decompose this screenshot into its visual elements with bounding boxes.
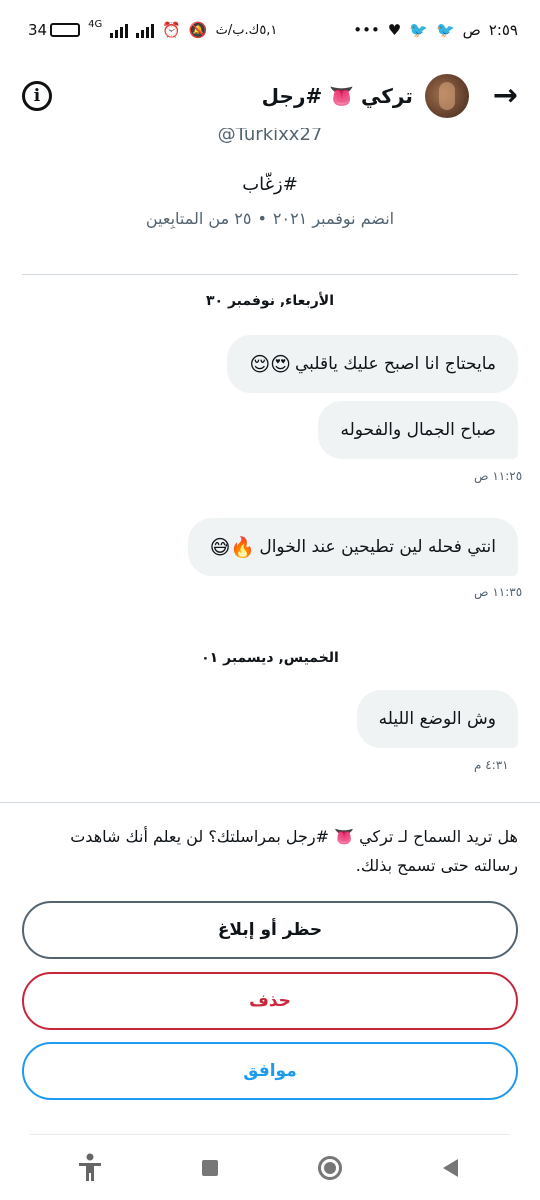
network-type: 4G <box>88 18 103 30</box>
message-request-prompt: هل تريد السماح لـ تركي 👅 #رجل بمراسلتك؟ … <box>70 827 518 875</box>
battery-indicator: 34 <box>28 21 81 39</box>
message-timestamp: ١١:٣٥ ص <box>474 585 523 599</box>
battery-icon <box>50 23 81 37</box>
profile-summary: @Turkixx27 #زغّاب انضم نوفمبر ٢٠٢١ • ٢٥ … <box>0 128 540 228</box>
day-separator: الأربعاء, نوفمبر ٣٠ <box>205 293 335 309</box>
header-user[interactable]: تركي 👅 #رجل <box>52 74 493 118</box>
recents-icon[interactable] <box>180 1148 240 1188</box>
message-text: وش الوضع الليله <box>378 709 496 729</box>
meta-bullet: • <box>257 209 267 228</box>
message-timestamp: ٤:٣١ م <box>474 758 509 772</box>
clock-ampm: ص <box>462 21 481 39</box>
status-bar-right: ••• ♥ 🐦 🐦 ص ٢:٥٩ <box>353 21 518 39</box>
alarm-icon: ⏰ <box>162 21 181 39</box>
message-bubble[interactable]: صباح الجمال والفحوله <box>318 401 518 459</box>
message-timestamp: ١١:٢٥ ص <box>474 469 523 483</box>
message-bubble[interactable]: وش الوضع الليله <box>356 690 518 748</box>
mute-icon: 🔕 <box>188 21 208 39</box>
day-separator: الخميس, ديسمبر ٠١ <box>201 650 339 666</box>
message-text: صباح الجمال والفحوله <box>340 420 496 440</box>
accessibility-icon[interactable] <box>60 1148 120 1188</box>
signal-icon-2 <box>136 22 155 38</box>
notification-bird-icon: 🐦 <box>409 21 428 39</box>
message-emoji: 🔥😅 <box>209 535 256 559</box>
divider <box>30 1134 510 1135</box>
info-icon[interactable]: i <box>22 81 52 111</box>
divider <box>0 802 540 803</box>
profile-handle: @Turkixx27 <box>217 128 323 145</box>
back-icon[interactable] <box>420 1148 480 1188</box>
more-dots: ••• <box>353 21 380 39</box>
heart-icon: ♥ <box>387 21 402 39</box>
message-bubble[interactable]: انتي فحله لين تطيحين عند الخوال 🔥😅 <box>187 518 518 576</box>
signal-icon <box>110 22 129 38</box>
message-text: مايحتاج انا اصبح عليك ياقلبي <box>295 354 496 374</box>
back-arrow-icon[interactable]: → <box>493 81 518 111</box>
message-emoji: 😍😌 <box>249 352 292 376</box>
joined-date: انضم نوفمبر ٢٠٢١ <box>272 209 395 228</box>
battery-level: 34 <box>28 21 48 39</box>
accept-button[interactable]: موافق <box>22 1042 518 1100</box>
clock-time: ٢:٥٩ <box>488 21 518 39</box>
avatar[interactable] <box>424 74 469 118</box>
status-bar-left: 34 4G ⏰ 🔕 ٥,١ك.ب/ث <box>28 18 278 40</box>
system-nav-bar <box>0 1136 540 1200</box>
status-bar: 34 4G ⏰ 🔕 ٥,١ك.ب/ث ••• ♥ 🐦 🐦 ص ٢:٥٩ <box>0 0 540 60</box>
data-speed: ٥,١ك.ب/ث <box>215 22 278 38</box>
delete-button[interactable]: حذف <box>22 972 518 1030</box>
block-report-button[interactable]: حظر أو إبلاغ <box>22 901 518 959</box>
notification-bird-icon-2: 🐦 <box>435 21 455 39</box>
message-text: انتي فحله لين تطيحين عند الخوال <box>259 537 496 557</box>
message-bubble[interactable]: مايحتاج انا اصبح عليك ياقلبي 😍😌 <box>227 335 518 393</box>
divider <box>22 274 518 275</box>
header-title: تركي 👅 #رجل <box>261 84 413 108</box>
conversation-header: i تركي 👅 #رجل → <box>0 60 540 132</box>
profile-meta: انضم نوفمبر ٢٠٢١ • ٢٥ من المتابِعين <box>0 209 540 228</box>
home-icon[interactable] <box>300 1148 360 1188</box>
profile-bio: #زغّاب <box>242 174 298 195</box>
followers-count[interactable]: ٢٥ من المتابِعين <box>146 209 252 228</box>
